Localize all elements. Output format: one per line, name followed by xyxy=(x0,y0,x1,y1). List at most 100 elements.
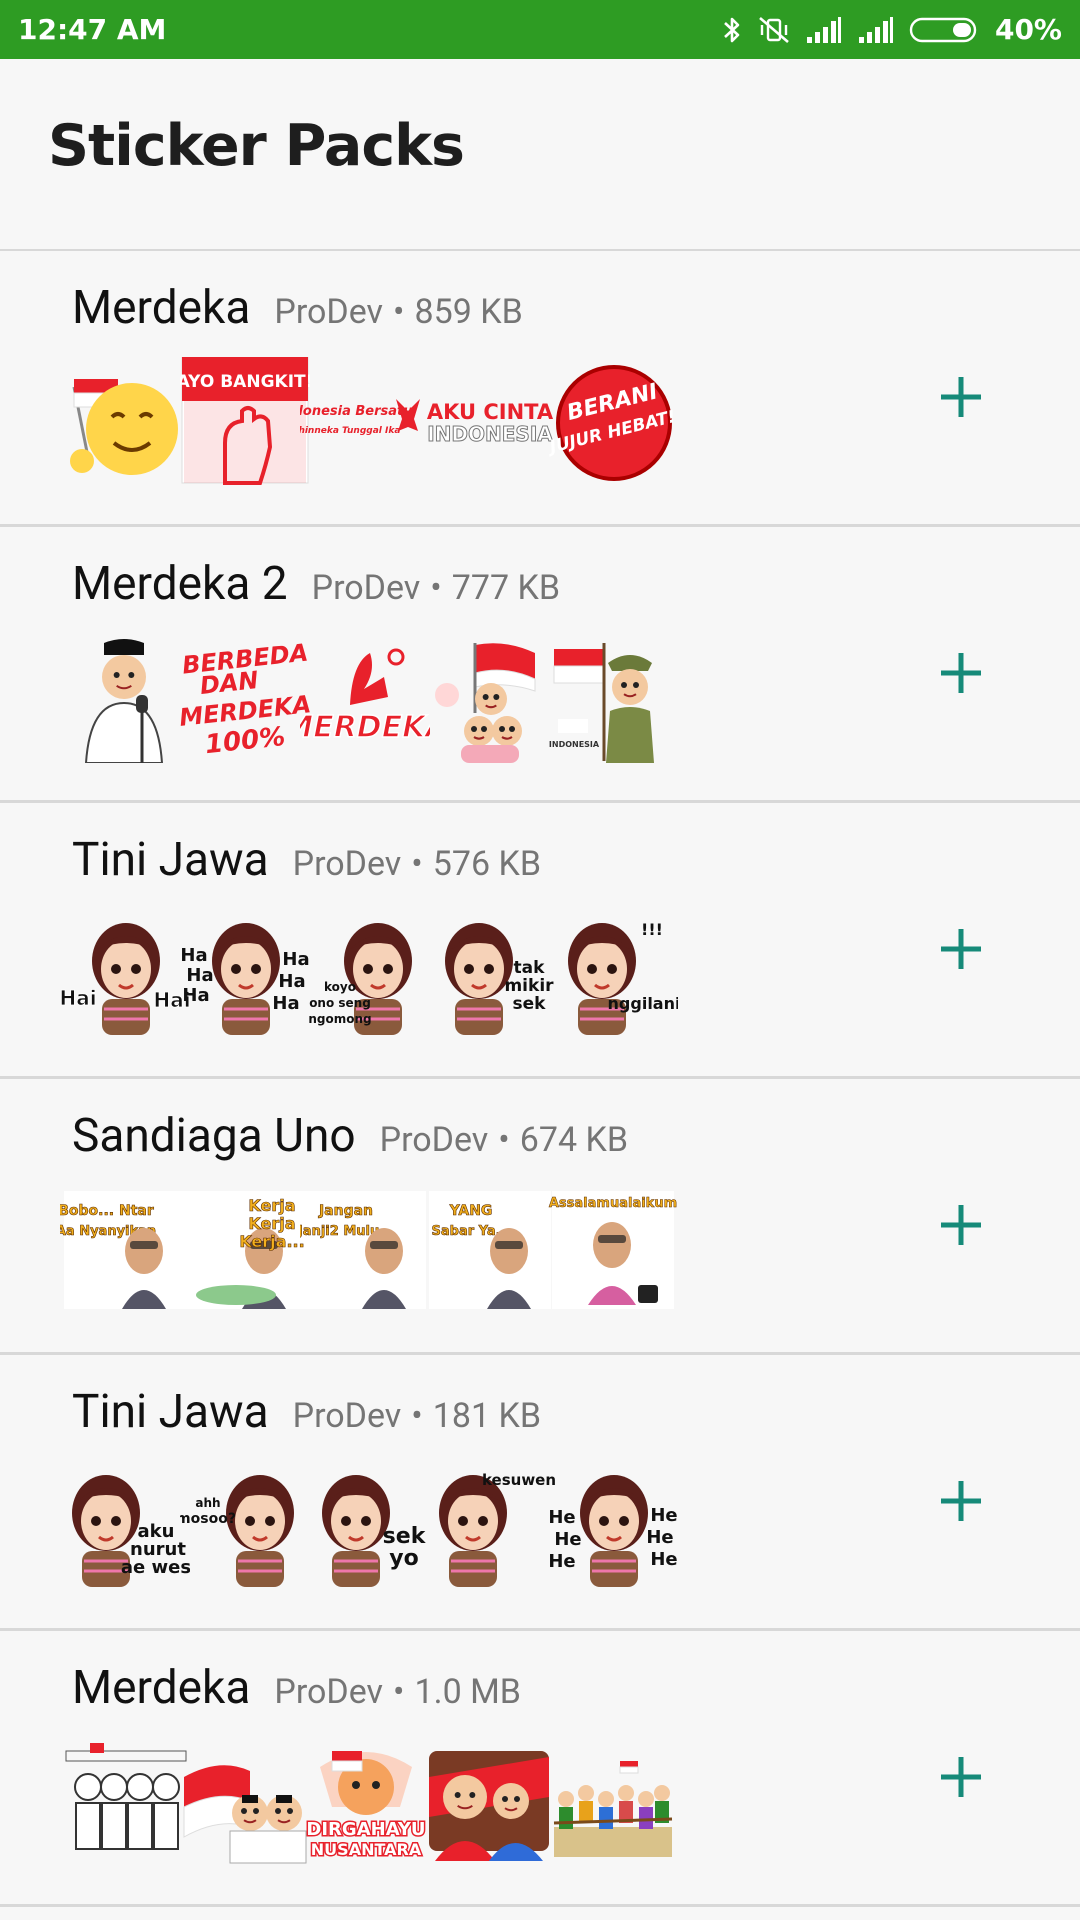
svg-text:MERDEKA: MERDEKA xyxy=(300,710,430,745)
pack-size: 576 KB xyxy=(432,844,542,884)
svg-text:He: He xyxy=(650,1549,677,1570)
sticker-pack-row[interactable]: Sandiaga Uno ProDev • 674 KB Bobo... Ntar A… xyxy=(0,1079,1080,1355)
sandiaga-kerja-sticker: Kerja Kerja Kerja... xyxy=(180,1185,310,1315)
svg-text:DAN: DAN xyxy=(199,666,260,700)
app-bar: Sticker Packs xyxy=(0,59,1080,251)
svg-text:mikir: mikir xyxy=(504,976,554,996)
tini-tak-mikir-sticker: tak mikir sek xyxy=(425,909,555,1039)
pack-author: ProDev xyxy=(379,1120,489,1160)
tini-sek-yo-sticker: sek yo xyxy=(300,1461,430,1591)
pack-size: 181 KB xyxy=(432,1396,542,1436)
sticker-pack-row[interactable]: Merdeka ProDev•859 KB AYO BANGKIT!Indone… xyxy=(0,251,1080,527)
svg-text:Hai: Hai xyxy=(60,986,97,1010)
plus-icon xyxy=(941,929,981,969)
tini-kesuwen-sticker: kesuwen xyxy=(425,1461,555,1591)
svg-text:kesuwen: kesuwen xyxy=(482,1471,555,1489)
kids-flag-sticker xyxy=(425,633,555,763)
signal-icon xyxy=(857,15,895,45)
vibrate-off-icon xyxy=(757,15,791,45)
pack-header: Tini Jawa ProDev • 576 KB xyxy=(72,833,541,887)
svg-text:INDONESIA: INDONESIA xyxy=(427,422,553,446)
svg-text:Bobo... Ntar: Bobo... Ntar xyxy=(60,1203,154,1219)
svg-text:ngomong: ngomong xyxy=(308,1012,371,1026)
sticker-pack-row[interactable]: Merdeka 2 ProDev • 777 KB BERBEDA DAN MERDEK… xyxy=(0,527,1080,803)
pack-header: Merdeka 2 ProDev • 777 KB xyxy=(72,557,560,611)
pack-author: ProDev xyxy=(292,1396,402,1436)
pack-author: ProDev xyxy=(274,292,384,332)
sticker-pack-row[interactable]: Tini Jawa ProDev • 181 KB aku nurut ae wes ah… xyxy=(0,1355,1080,1631)
svg-text:yo: yo xyxy=(389,1546,418,1571)
svg-text:He: He xyxy=(646,1527,673,1548)
pack-name: Sandiaga Uno xyxy=(72,1109,356,1163)
status-time: 12:47 AM xyxy=(18,13,167,46)
tini-mosoo-sticker: ahh mosoo? xyxy=(180,1461,310,1591)
sticker-pack-row[interactable]: Tini Jawa ProDev • 576 KB Hai Hai Ha Ha Ha Ha Ha… xyxy=(0,803,1080,1079)
svg-text:AYO BANGKIT!: AYO BANGKIT! xyxy=(180,372,310,392)
svg-text:He: He xyxy=(548,1507,575,1528)
pack-meta: ProDev • 576 KB xyxy=(293,844,541,884)
berani-jujur-hebat-sticker: BERANI JUJUR HEBAT! xyxy=(548,357,678,487)
svg-text:sek: sek xyxy=(513,994,547,1014)
battery-icon xyxy=(909,15,981,45)
svg-text:Ha: Ha xyxy=(182,985,209,1006)
add-pack-button[interactable] xyxy=(937,925,985,973)
add-pack-button[interactable] xyxy=(937,373,985,421)
indonesia-bersatu-sticker: Indonesia Bersatu Bhinneka Tunggal Ika xyxy=(300,357,430,487)
meta-separator: • xyxy=(430,568,442,608)
svg-text:koyo: koyo xyxy=(324,980,356,994)
pack-author: ProDev xyxy=(274,1672,384,1712)
add-pack-button[interactable] xyxy=(937,1201,985,1249)
pack-name: Merdeka xyxy=(72,1661,251,1715)
svg-text:He: He xyxy=(548,1551,575,1572)
tini-haha-sticker: Ha Ha Ha Ha Ha Ha xyxy=(180,909,310,1039)
svg-text:He: He xyxy=(554,1529,581,1550)
pack-size: 777 KB xyxy=(451,568,561,608)
signal-icon xyxy=(805,15,843,45)
pack-meta: ProDev • 1.0 MB xyxy=(274,1672,521,1712)
svg-text:YANG: YANG xyxy=(449,1203,493,1219)
pack-meta: ProDev • 181 KB xyxy=(293,1396,541,1436)
add-pack-button[interactable] xyxy=(937,1753,985,1801)
pack-name: Tini Jawa xyxy=(72,1385,269,1439)
pack-size: 1.0 MB xyxy=(414,1672,521,1712)
svg-text:Kerja...: Kerja... xyxy=(239,1232,304,1251)
status-icons: 40% xyxy=(721,13,1062,46)
tini-nggilani-sticker: !!! nggilani xyxy=(548,909,678,1039)
man-speaker-sticker xyxy=(60,633,190,763)
pack-author: ProDev xyxy=(311,568,421,608)
sticker-pack-list: Merdeka ProDev•859 KB AYO BANGKIT!Indone… xyxy=(0,251,1080,1907)
pack-name: Merdeka 2 xyxy=(72,557,288,611)
tini-hehe-sticker: He He He He He He xyxy=(548,1461,678,1591)
ayo-bangkit-sticker: AYO BANGKIT! xyxy=(180,357,310,487)
svg-text:Ha: Ha xyxy=(180,945,207,966)
add-pack-button[interactable] xyxy=(937,649,985,697)
smiley-flag-sticker xyxy=(60,357,190,487)
pack-meta: ProDev • 859 KB xyxy=(274,292,522,332)
svg-text:mosoo?: mosoo? xyxy=(180,1511,236,1527)
sticker-pack-row[interactable]: Merdeka ProDev • 1.0 MB DIRGAHAYU NUSANTARA xyxy=(0,1631,1080,1907)
pack-meta: ProDev • 777 KB xyxy=(312,568,560,608)
pack-size: 859 KB xyxy=(414,292,523,332)
svg-text:He: He xyxy=(650,1505,677,1526)
tug-of-war-sticker xyxy=(548,1737,678,1867)
svg-text:tak: tak xyxy=(514,958,546,978)
sandiaga-jangan-janji-sticker: Jangan Janji2 Mulu... xyxy=(300,1185,430,1315)
pack-name: Tini Jawa xyxy=(72,833,269,887)
plus-icon xyxy=(941,1757,981,1797)
plus-icon xyxy=(941,1205,981,1245)
pack-author: ProDev xyxy=(292,844,402,884)
add-pack-button[interactable] xyxy=(937,1477,985,1525)
sandiaga-assalamualaikum-sticker: Assalamualaikum xyxy=(548,1185,678,1315)
pack-header: Sandiaga Uno ProDev • 674 KB xyxy=(72,1109,628,1163)
pack-name: Merdeka xyxy=(72,281,251,335)
battery-percent: 40% xyxy=(994,13,1062,46)
status-bar: 12:47 AM 40% xyxy=(0,0,1080,59)
berbeda-dan-merdeka-sticker: BERBEDA DAN MERDEKA 100% xyxy=(180,633,310,763)
tini-koyo-sticker: koyo ono seng ngomong xyxy=(300,909,430,1039)
plus-icon xyxy=(941,377,981,417)
plus-icon xyxy=(941,653,981,693)
pack-header: Merdeka ProDev • 859 KB xyxy=(72,281,523,335)
pack-size: 674 KB xyxy=(519,1120,629,1160)
svg-text:AKU CINTA: AKU CINTA xyxy=(427,400,554,424)
tini-hai-sticker: Hai Hai xyxy=(60,909,190,1039)
